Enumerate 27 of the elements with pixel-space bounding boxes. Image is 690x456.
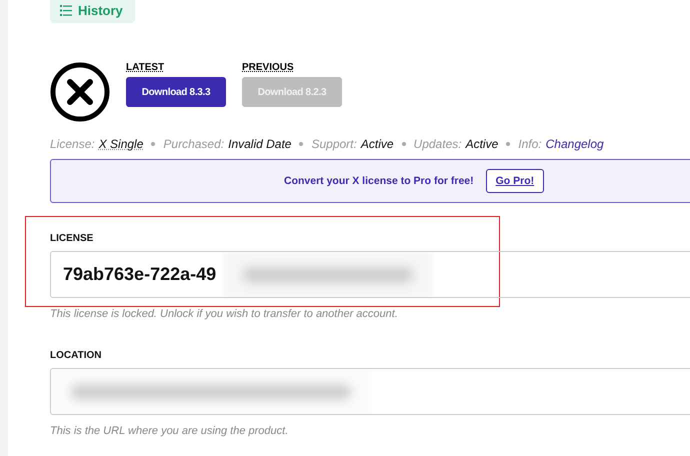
separator-dot: [506, 142, 510, 146]
info-label: Support:: [311, 137, 357, 151]
help-text: This is the URL where you are using the product.: [50, 425, 290, 437]
download-button[interactable]: Download 8.3.3: [126, 77, 226, 107]
text-field[interactable]: 79ab763e-722a-49: [50, 251, 690, 298]
field-label: LICENSE: [50, 233, 94, 244]
info-label: Updates:: [414, 137, 462, 151]
separator-dot: [402, 142, 406, 146]
promo-text: Convert your X license to Pro for free!: [284, 175, 474, 187]
separator-dot: [151, 142, 156, 146]
list-icon: [60, 5, 72, 16]
changelog-link[interactable]: Changelog: [546, 137, 604, 151]
x-logo-icon: [50, 62, 110, 122]
info-value: Active: [466, 137, 498, 151]
info-label: Info:: [518, 137, 542, 151]
separator-dot: [299, 142, 304, 146]
info-value: Invalid Date: [228, 137, 292, 151]
info-label: Purchased:: [163, 137, 224, 151]
info-label: License:: [50, 137, 95, 151]
version-heading: PREVIOUS: [242, 62, 294, 73]
info-value: Active: [360, 137, 394, 151]
version-heading: LATEST: [126, 62, 164, 73]
text-field[interactable]: [50, 368, 690, 415]
go-pro-button[interactable]: Go Pro!: [486, 169, 544, 193]
info-value: X Single: [98, 137, 144, 151]
field-label: LOCATION: [50, 350, 102, 361]
help-text: This license is locked. Unlock if you wish to transfer to another account.: [50, 308, 399, 320]
